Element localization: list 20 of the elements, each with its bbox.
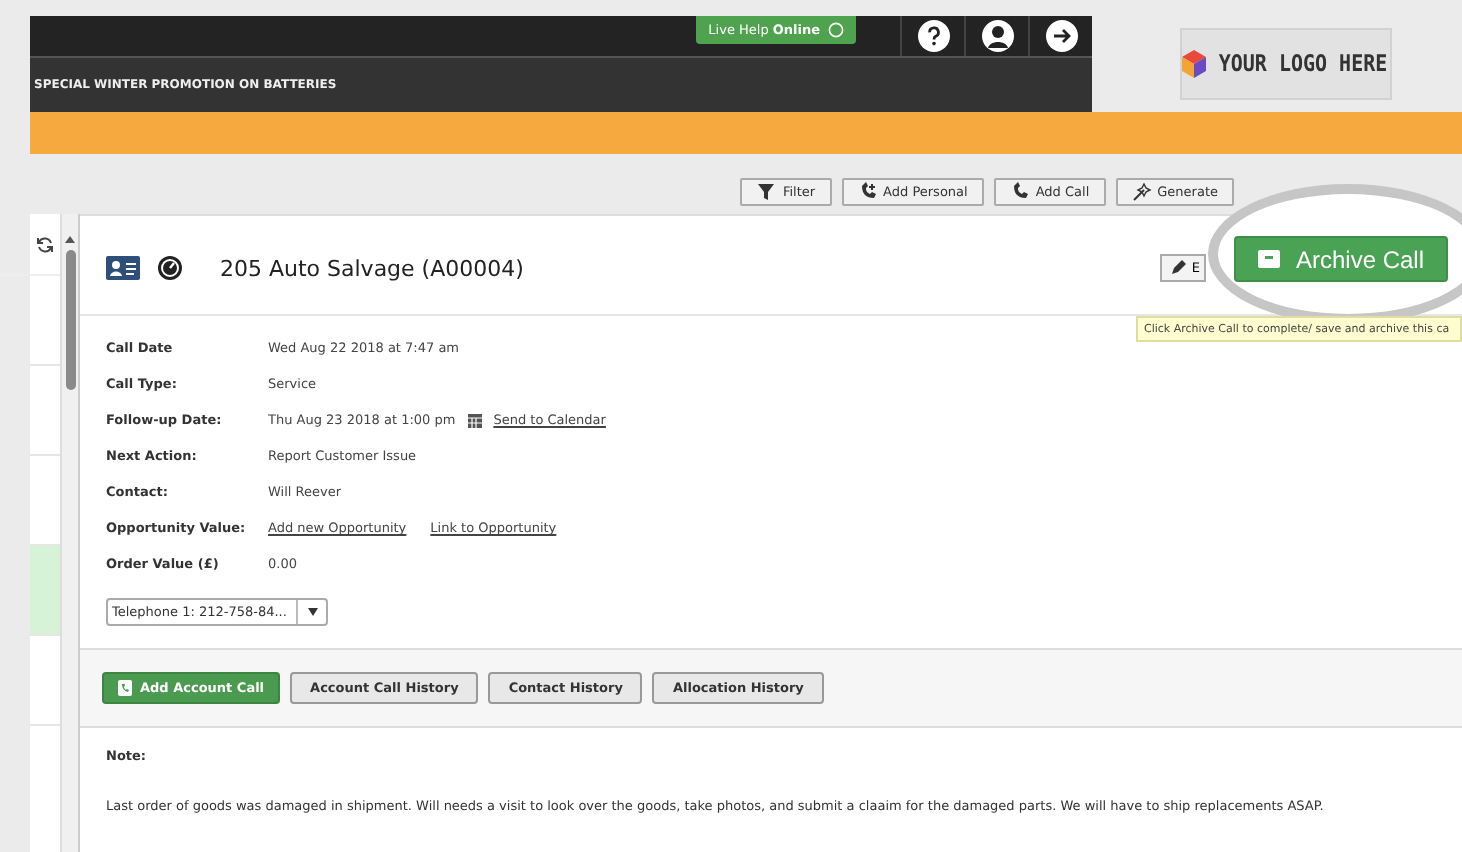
logo: YOUR LOGO HERE [1179,28,1391,100]
cube-icon [1182,50,1207,78]
logout-icon[interactable] [1045,20,1077,52]
refresh-icon[interactable] [36,235,54,253]
phone-plus-icon [857,182,878,202]
user-icon[interactable] [981,20,1013,52]
filter-icon [756,182,777,202]
contact-card-icon [106,256,140,280]
wand-icon [1131,182,1152,202]
phone-icon [118,680,132,696]
caret-icon [307,608,317,616]
scroll-thumb[interactable] [65,250,75,390]
phone-icon [1009,182,1030,202]
pencil-icon [1169,260,1186,276]
scrollbar[interactable] [62,214,80,852]
archive-box-icon [1257,250,1280,268]
record-title: 205 Auto Salvage (A00004) [220,255,524,281]
speedometer-icon [158,256,182,280]
calendar-icon[interactable] [467,413,482,427]
scroll-up-icon[interactable] [64,234,76,244]
